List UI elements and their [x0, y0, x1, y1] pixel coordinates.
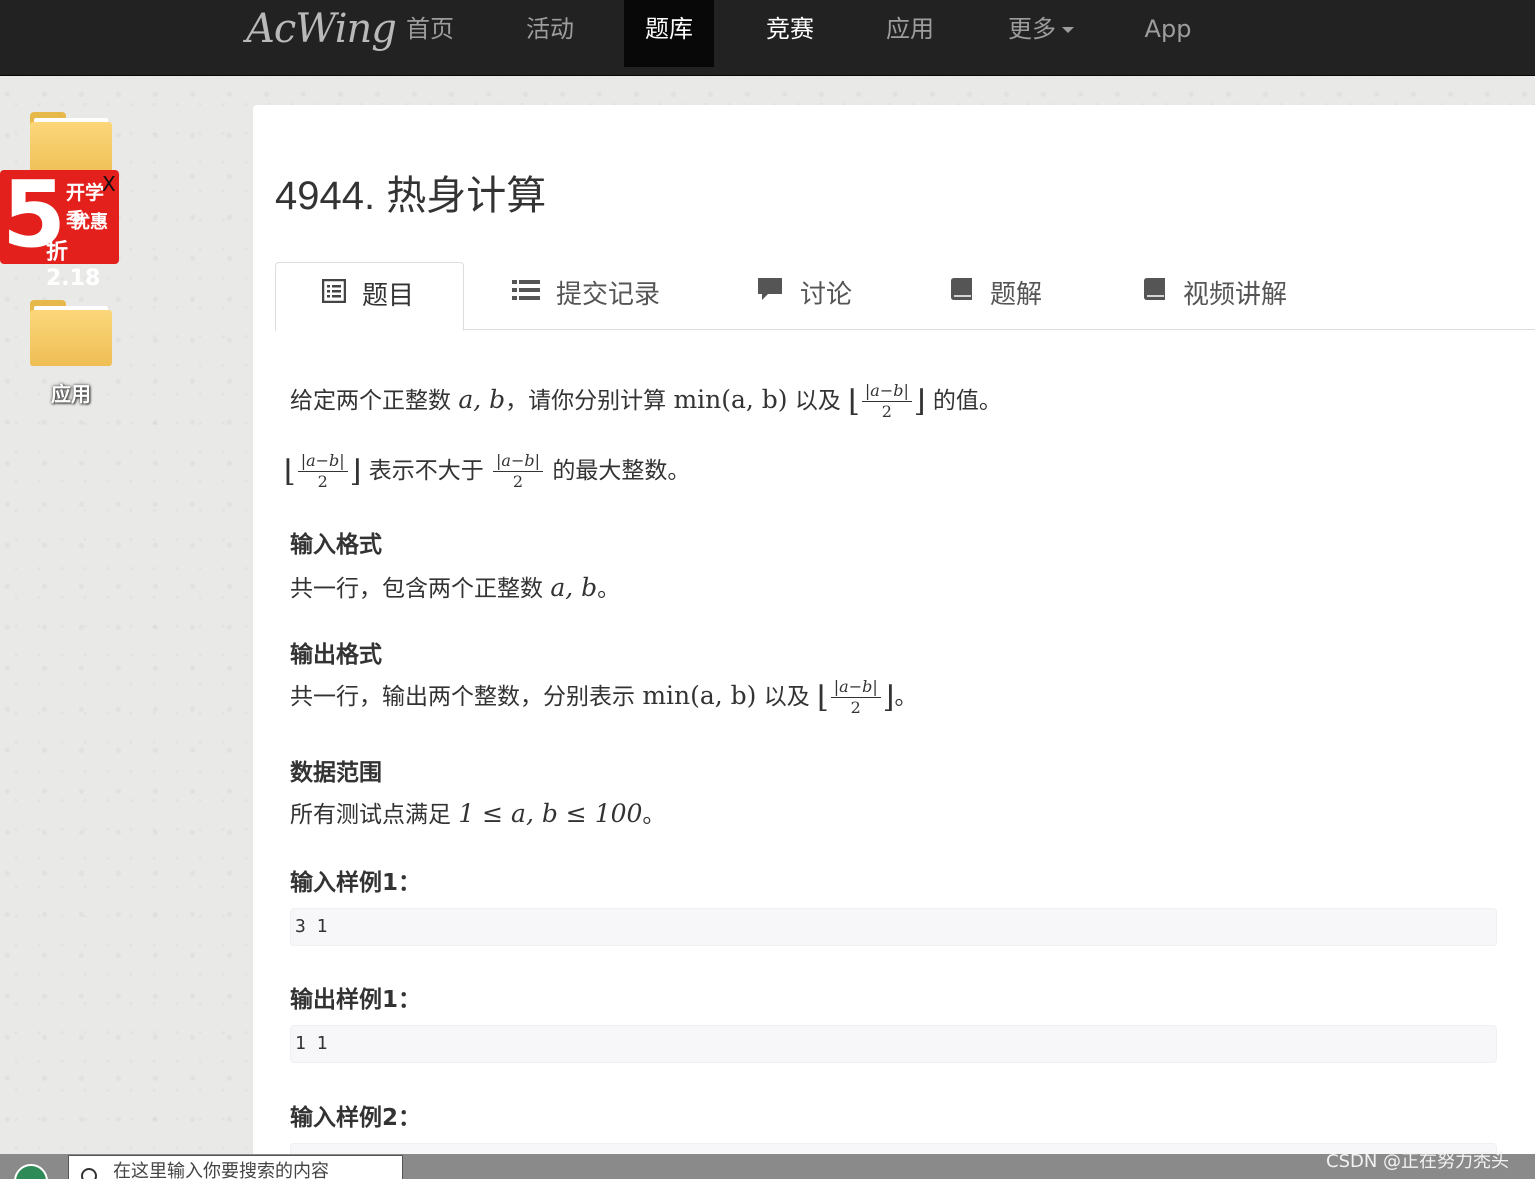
- nav-more-dropdown[interactable]: 更多: [996, 0, 1086, 67]
- math-fraction: |a−b| 2: [861, 381, 912, 422]
- top-navbar: AcWing 首页 活动 题库 竞赛 应用 更多 App: [0, 0, 1535, 76]
- caret-down-icon: [1062, 27, 1074, 33]
- desktop-folder-apps-icon[interactable]: [30, 300, 112, 366]
- tab-problem[interactable]: 题目: [275, 262, 464, 331]
- floor-left-bracket: ⌊: [848, 384, 860, 419]
- tab-submissions[interactable]: 提交记录: [512, 262, 660, 330]
- nav-problemset[interactable]: 题库: [624, 0, 714, 67]
- nav-home[interactable]: 首页: [388, 0, 472, 67]
- statement-text: 。: [597, 576, 621, 602]
- list-icon: [512, 261, 540, 327]
- tab-problem-label: 题目: [362, 281, 415, 311]
- statement-text: 以及: [763, 684, 810, 710]
- tab-video[interactable]: 视频讲解: [1143, 262, 1287, 330]
- input-format-text: 共一行，包含两个正整数 a, b。: [290, 569, 620, 603]
- math-fraction: |a−b| 2: [297, 451, 348, 492]
- statement-text: 共一行，输出两个整数，分别表示: [290, 684, 635, 710]
- tab-discussion-label: 讨论: [800, 280, 853, 310]
- tab-video-label: 视频讲解: [1183, 280, 1288, 310]
- nav-contest[interactable]: 竞赛: [748, 0, 832, 67]
- floor-right-bracket: ⌋: [349, 454, 362, 489]
- math-min: min(a, b): [673, 385, 788, 414]
- statement-text: 的值。: [932, 388, 1002, 414]
- list-alt-icon: [321, 262, 347, 328]
- search-icon: [81, 1168, 97, 1179]
- windows-taskbar: 在这里输入你要搜索的内容: [0, 1154, 1535, 1179]
- book-icon: [950, 261, 974, 327]
- app-logo-icon[interactable]: [14, 1164, 48, 1179]
- promo-ad-banner[interactable]: 5 开学季 优惠 折2.18 X: [0, 161, 119, 291]
- sample-input-1-heading: 输入样例1：: [290, 870, 422, 896]
- statement-text: 共一行，包含两个正整数: [290, 576, 543, 602]
- sample-output-1-heading: 输出样例1：: [290, 987, 422, 1013]
- floor-left-bracket: ⌊: [284, 454, 296, 489]
- statement-text: 给定两个正整数: [290, 388, 451, 414]
- tab-discussion[interactable]: 讨论: [756, 262, 852, 330]
- promo-line2: 优惠: [72, 212, 108, 233]
- book-icon: [1143, 261, 1167, 327]
- tab-submissions-label: 提交记录: [556, 280, 661, 310]
- promo-line3: 折2.18: [46, 240, 101, 291]
- floor-right-bracket: ⌋: [913, 384, 926, 419]
- nav-app[interactable]: App: [1128, 0, 1208, 67]
- problem-title: 4944. 热身计算: [275, 174, 547, 218]
- problem-tabs: 题目 提交记录 讨论 题解 视频讲解: [275, 262, 1535, 331]
- acwing-logo[interactable]: AcWing: [246, 6, 397, 52]
- search-placeholder: 在这里输入你要搜索的内容: [113, 1161, 329, 1179]
- statement-text: 以及: [794, 388, 841, 414]
- floor-left-bracket: ⌊: [817, 680, 829, 715]
- nav-more-label: 更多: [1008, 15, 1056, 43]
- math-fraction: |a−b| 2: [830, 677, 881, 718]
- data-range-text: 所有测试点满足 1 ≤ a, b ≤ 100。: [290, 795, 665, 829]
- statement-text: 所有测试点满足: [290, 802, 451, 828]
- statement-paragraph-2: ⌊ |a−b| 2 ⌋ 表示不大于 |a−b| 2 的最大整数。: [284, 451, 690, 492]
- output-format-heading: 输出格式: [290, 642, 382, 668]
- input-format-heading: 输入格式: [290, 532, 382, 558]
- math-vars: a, b: [550, 573, 598, 602]
- statement-text: 。: [894, 684, 918, 710]
- math-vars: a, b: [458, 385, 506, 414]
- output-format-text: 共一行，输出两个整数，分别表示 min(a, b) 以及 ⌊ |a−b| 2 ⌋。: [290, 677, 917, 718]
- problem-panel: 4944. 热身计算 题目 提交记录 讨论 题解 视频讲解 给定两个正整数 a,…: [253, 105, 1535, 1179]
- tab-solutions[interactable]: 题解: [950, 262, 1042, 330]
- data-range-heading: 数据范围: [290, 760, 382, 786]
- sample-input-1-code[interactable]: 3 1: [290, 908, 1497, 946]
- sample-output-1-code[interactable]: 1 1: [290, 1025, 1497, 1063]
- nav-apps[interactable]: 应用: [868, 0, 952, 67]
- statement-text: 的最大整数。: [552, 458, 691, 484]
- math-fraction: |a−b| 2: [493, 451, 543, 492]
- statement-text: 表示不大于: [368, 458, 484, 484]
- nav-activity[interactable]: 活动: [508, 0, 592, 67]
- statement-paragraph-1: 给定两个正整数 a, b，请你分别计算 min(a, b) 以及 ⌊ |a−b| 2…: [290, 381, 1002, 422]
- csdn-watermark: CSDN @正在努力秃头: [1326, 1151, 1510, 1172]
- tab-solutions-label: 题解: [990, 280, 1043, 310]
- sample-input-2-heading: 输入样例2：: [290, 1105, 422, 1131]
- promo-close-button[interactable]: X: [102, 172, 116, 196]
- math-min: min(a, b): [642, 681, 757, 710]
- taskbar-search-input[interactable]: 在这里输入你要搜索的内容: [68, 1155, 403, 1179]
- comment-icon: [756, 261, 784, 327]
- statement-text: ，请你分别计算: [505, 388, 667, 414]
- math-range: 1 ≤ a, b ≤ 100: [458, 799, 643, 828]
- statement-text: 。: [642, 802, 666, 828]
- floor-right-bracket: ⌋: [882, 680, 895, 715]
- desktop-folder-label: 应用: [51, 382, 91, 406]
